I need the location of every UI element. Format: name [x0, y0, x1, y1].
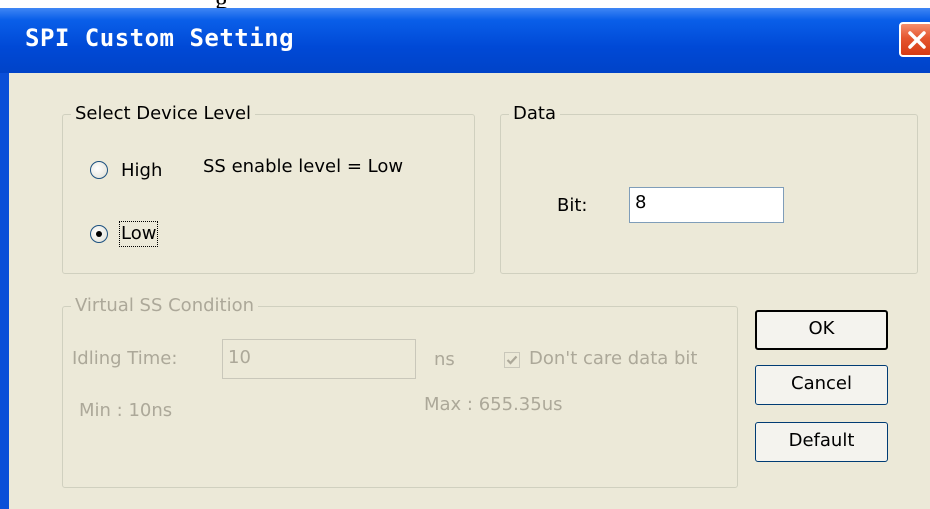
radio-high[interactable] — [90, 161, 108, 179]
min-value-text: Min : 10ns — [79, 400, 173, 421]
dialog-body: Select Device Level High SS enable level… — [9, 73, 930, 509]
ss-enable-level-text: SS enable level = Low — [203, 156, 404, 177]
window-title: SPI Custom Setting — [25, 24, 295, 52]
close-icon — [908, 31, 926, 49]
check-icon — [506, 355, 518, 365]
select-device-level-group: Select Device Level High SS enable level… — [62, 103, 475, 274]
select-device-level-legend: Select Device Level — [71, 103, 256, 125]
radio-high-label[interactable]: High — [121, 160, 162, 182]
window-left-border — [0, 73, 9, 509]
radio-low-label[interactable]: Low — [118, 221, 159, 247]
cancel-button[interactable]: Cancel — [755, 365, 888, 405]
close-button[interactable] — [899, 22, 930, 57]
idling-time-input[interactable]: 10 — [222, 339, 416, 379]
dont-care-data-bit-label[interactable]: Don't care data bit — [529, 348, 698, 370]
radio-low[interactable] — [90, 225, 108, 243]
dont-care-data-bit-checkbox[interactable] — [504, 352, 520, 368]
radio-selected-dot — [96, 231, 102, 237]
bit-input[interactable]: 8 — [629, 187, 784, 223]
data-legend: Data — [509, 103, 560, 125]
virtual-ss-condition-group: Virtual SS Condition Idling Time: 10 ns … — [62, 295, 738, 488]
default-button[interactable]: Default — [755, 422, 888, 462]
ok-button[interactable]: OK — [755, 310, 888, 350]
data-group: Data Bit: 8 — [500, 103, 918, 274]
title-bar[interactable]: SPI Custom Setting — [0, 8, 930, 73]
spi-custom-setting-dialog: SPI Custom Setting Select Device Level H… — [0, 8, 930, 509]
idling-time-unit: ns — [434, 349, 455, 370]
cropped-caption: g — [0, 0, 930, 8]
max-value-text: Max : 655.35us — [424, 394, 563, 415]
bit-label: Bit: — [557, 195, 588, 216]
idling-time-label: Idling Time: — [72, 348, 178, 369]
virtual-ss-condition-legend: Virtual SS Condition — [71, 295, 259, 317]
